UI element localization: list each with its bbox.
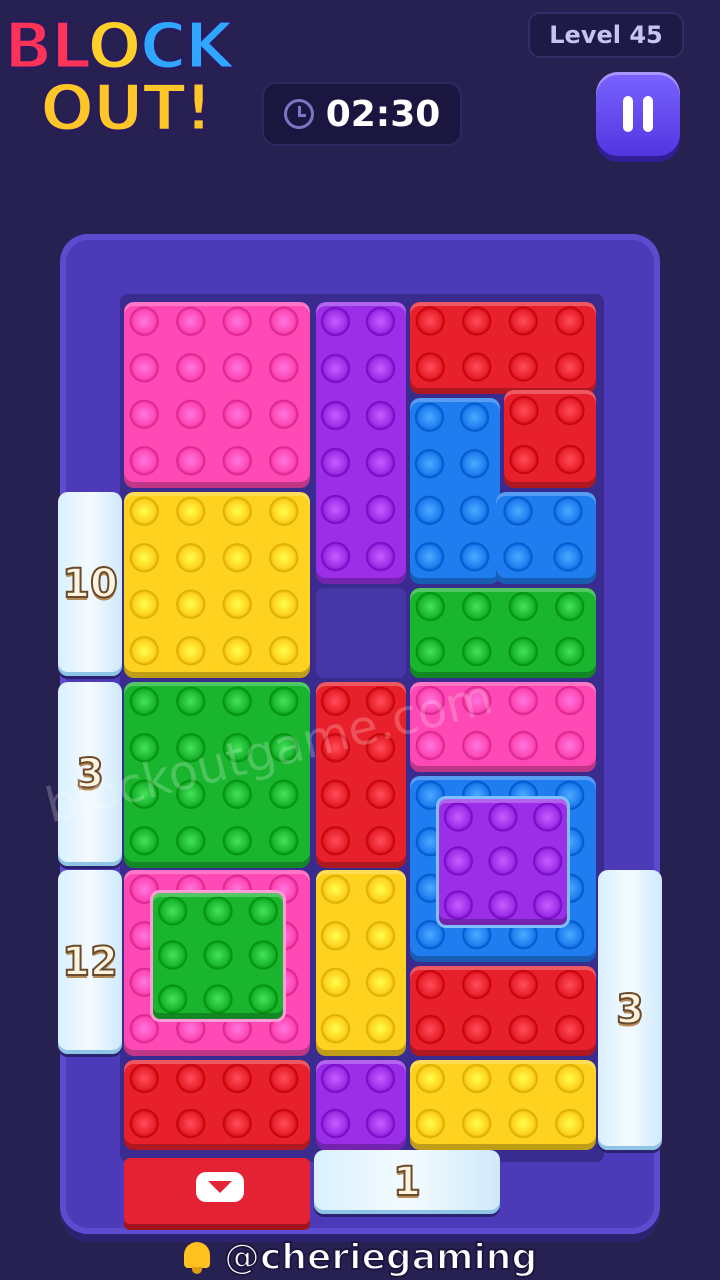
creator-handle: @cheriegaming: [223, 1236, 538, 1279]
bell-icon: [180, 1240, 214, 1274]
block-blue-l-left[interactable]: [410, 398, 500, 584]
block-blue-l-right[interactable]: [496, 492, 596, 584]
ice-counter-text: 10: [61, 560, 119, 608]
block-green-inner[interactable]: [150, 890, 286, 1022]
block-red-l-top[interactable]: [410, 302, 596, 394]
block-red-bottom[interactable]: [124, 1060, 310, 1150]
ice-block-bottom: 1: [314, 1150, 500, 1214]
ice-block-left-top: 10: [58, 492, 122, 676]
footer: @cheriegaming: [180, 1234, 538, 1280]
ice-block-right: 3: [598, 870, 662, 1150]
block-yellow-vertical[interactable]: [316, 870, 406, 1056]
ice-block-left-bottom: 12: [58, 870, 122, 1054]
block-red-l-bottom[interactable]: [504, 390, 596, 488]
block-pink[interactable]: [124, 302, 310, 488]
block-purple[interactable]: [316, 302, 406, 584]
block-green-bar[interactable]: [410, 588, 596, 678]
ice-counter-text: 3: [615, 986, 645, 1034]
block-red-bar[interactable]: [410, 966, 596, 1056]
ice-counter-text: 1: [392, 1158, 422, 1206]
block-yellow-bar[interactable]: [410, 1060, 596, 1150]
ice-counter-text: 12: [61, 938, 119, 986]
exit-arrow-icon: [196, 1172, 244, 1202]
block-yellow[interactable]: [124, 492, 310, 678]
block-purple-small[interactable]: [316, 1060, 406, 1150]
block-purple-inner[interactable]: [436, 796, 570, 928]
